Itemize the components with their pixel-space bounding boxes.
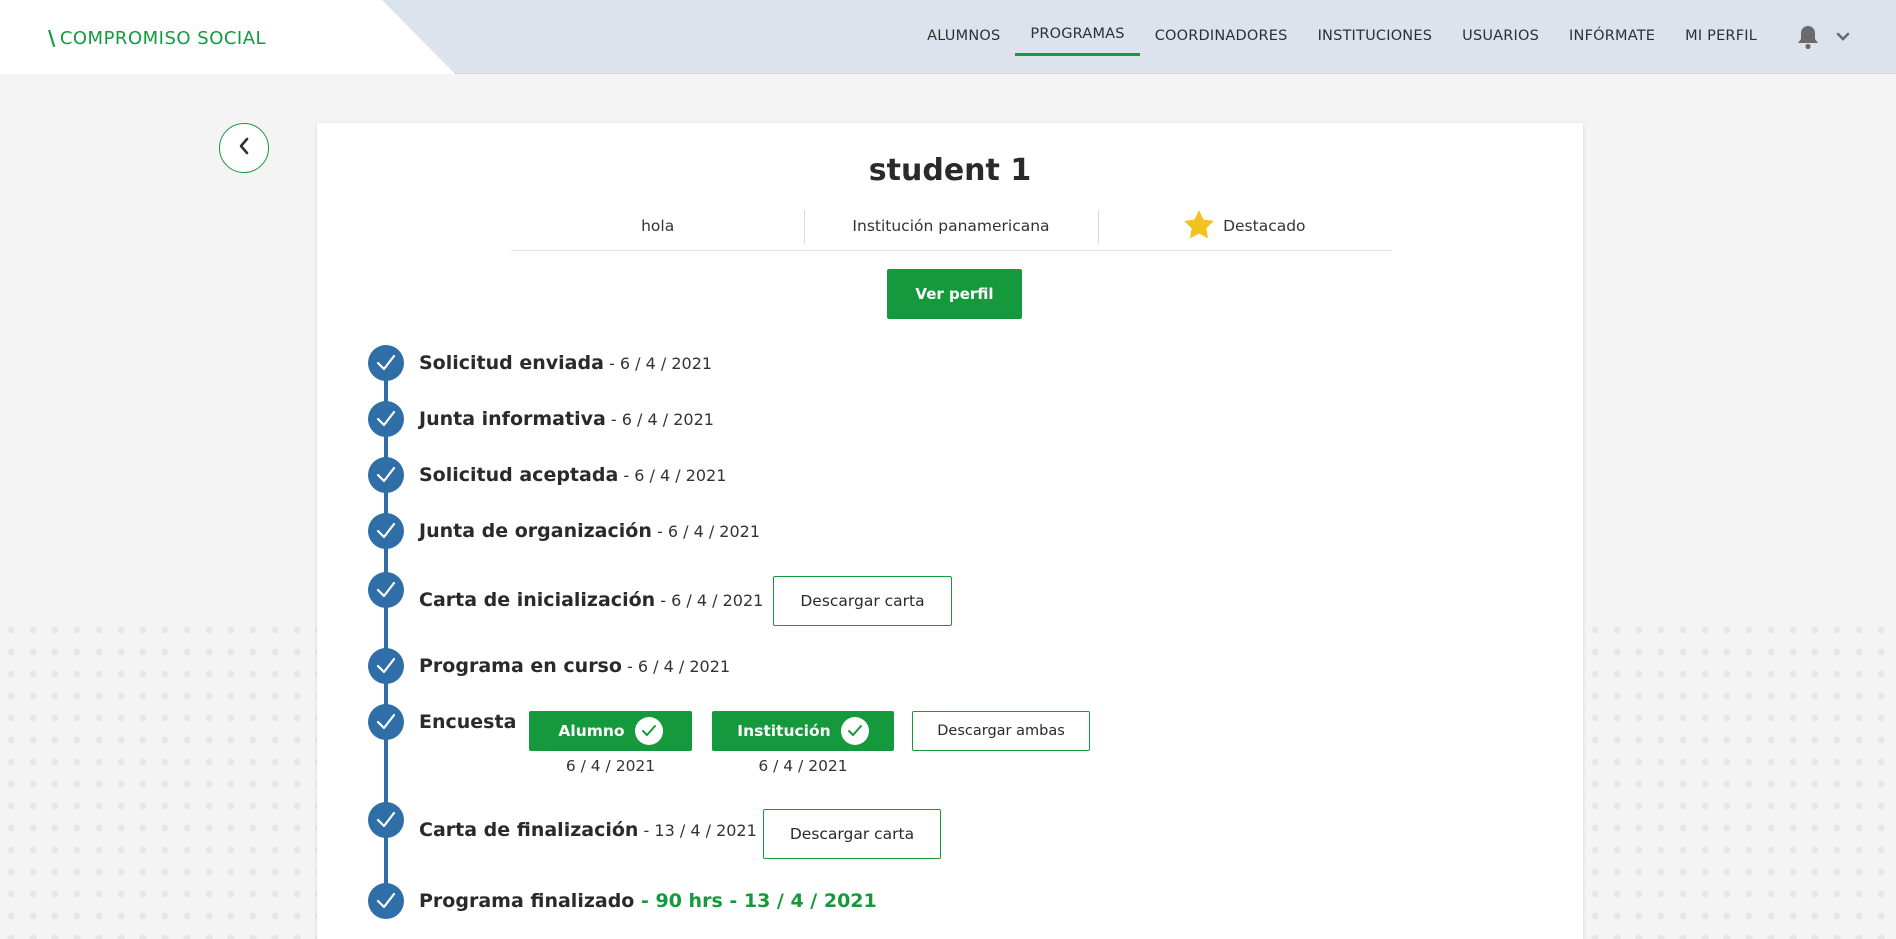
step-date: - 6 / 4 / 2021	[621, 657, 731, 676]
main-nav: ALUMNOS PROGRAMAS COORDINADORES INSTITUC…	[912, 0, 1896, 74]
star-icon	[1183, 209, 1215, 244]
step-label: Carta de finalización - 13 / 4 / 2021	[419, 819, 757, 841]
student-name: student 1	[868, 153, 1032, 188]
check-circle-icon	[368, 513, 404, 549]
nav-item-usuarios[interactable]: USUARIOS	[1447, 0, 1554, 74]
nav-item-mi-perfil[interactable]: MI PERFIL	[1670, 0, 1772, 74]
step-title: Programa en curso	[419, 655, 622, 677]
step-label: Junta de organización - 6 / 4 / 2021	[419, 520, 760, 542]
info-major: hola	[511, 208, 804, 250]
info-featured-text: Destacado	[1223, 217, 1306, 235]
timeline-step-programa-finalizado: Programa finalizado - 90 hrs - 13 / 4 / …	[368, 883, 877, 919]
timeline-step-carta-inicializacion: Carta de inicialización - 6 / 4 / 2021	[368, 569, 763, 611]
survey-institucion-button[interactable]: Institución	[712, 711, 894, 751]
step-title: Carta de inicialización	[419, 589, 656, 611]
survey-alumno-date: 6 / 4 / 2021	[565, 757, 656, 775]
survey-institucion-date: 6 / 4 / 2021	[758, 757, 848, 775]
survey-institucion-label: Institución	[737, 722, 831, 740]
timeline-step-solicitud-aceptada: Solicitud aceptada - 6 / 4 / 2021	[368, 457, 726, 493]
download-both-surveys-button[interactable]: Descargar ambas	[912, 711, 1090, 751]
nav-item-programas[interactable]: PROGRAMAS	[1015, 0, 1141, 74]
info-featured: Destacado	[1097, 208, 1391, 250]
step-title: Programa finalizado	[419, 890, 635, 912]
check-circle-icon	[368, 704, 404, 740]
check-circle-icon	[368, 457, 404, 493]
step-title: Carta de finalización	[419, 819, 639, 841]
step-label: Carta de inicialización - 6 / 4 / 2021	[419, 589, 763, 611]
check-circle-icon	[368, 802, 404, 838]
nav-item-coordinadores[interactable]: COORDINADORES	[1140, 0, 1303, 74]
student-info-row: hola Institución panamericana Destacado	[511, 208, 1391, 251]
step-date: - 6 / 4 / 2021	[655, 591, 764, 610]
timeline-step-carta-finalizacion: Carta de finalización - 13 / 4 / 2021	[368, 799, 757, 841]
check-circle-icon	[368, 401, 404, 437]
step-title: Solicitud aceptada	[419, 464, 619, 486]
step-title: Junta de organización	[419, 520, 652, 542]
step-date: - 13 / 4 / 2021	[638, 821, 757, 840]
info-institution-text: Institución panamericana	[852, 217, 1050, 235]
step-label: Solicitud enviada - 6 / 4 / 2021	[419, 352, 712, 374]
check-circle-icon	[368, 648, 404, 684]
step-label: Solicitud aceptada - 6 / 4 / 2021	[419, 464, 726, 486]
step-label: Junta informativa - 6 / 4 / 2021	[419, 408, 714, 430]
bell-icon[interactable]	[1794, 24, 1822, 50]
chevron-left-icon	[237, 136, 251, 161]
check-circle-icon	[368, 345, 404, 381]
logo-mark: \	[48, 26, 56, 50]
top-header: \ COMPROMISO SOCIAL ALUMNOS PROGRAMAS CO…	[0, 0, 1896, 74]
step-label: Programa finalizado - 90 hrs - 13 / 4 / …	[419, 890, 877, 912]
download-end-letter-button[interactable]: Descargar carta	[763, 809, 941, 859]
step-date: - 6 / 4 / 2021	[605, 410, 714, 429]
survey-alumno-label: Alumno	[558, 722, 625, 740]
info-institution: Institución panamericana	[804, 208, 1097, 250]
chevron-down-icon[interactable]	[1834, 32, 1852, 42]
step-date: - 6 / 4 / 2021	[603, 354, 713, 373]
info-major-text: hola	[641, 217, 675, 235]
logo[interactable]: \ COMPROMISO SOCIAL	[48, 26, 266, 50]
step-label: Programa en curso - 6 / 4 / 2021	[419, 655, 730, 677]
check-icon	[840, 717, 869, 745]
step-date: - 6 / 4 / 2021	[651, 522, 761, 541]
timeline-step-solicitud-enviada: Solicitud enviada - 6 / 4 / 2021	[368, 345, 712, 381]
step-date-hours: - 90 hrs - 13 / 4 / 2021	[634, 890, 877, 912]
timeline-step-encuesta: Encuesta	[368, 704, 516, 740]
step-title: Solicitud enviada	[419, 352, 604, 374]
step-title: Junta informativa	[419, 408, 606, 430]
nav-item-alumnos[interactable]: ALUMNOS	[912, 0, 1015, 74]
step-label: Encuesta	[419, 711, 516, 733]
timeline-step-junta-organizacion: Junta de organización - 6 / 4 / 2021	[368, 513, 760, 549]
step-title: Encuesta	[419, 711, 517, 733]
check-icon	[634, 717, 663, 745]
check-circle-icon	[368, 572, 404, 608]
check-circle-icon	[368, 883, 404, 919]
nav-item-instituciones[interactable]: INSTITUCIONES	[1303, 0, 1448, 74]
program-detail-card: student 1 hola Institución panamericana …	[317, 123, 1583, 939]
timeline-step-programa-en-curso: Programa en curso - 6 / 4 / 2021	[368, 648, 730, 684]
back-button[interactable]	[219, 123, 269, 173]
survey-alumno-button[interactable]: Alumno	[529, 711, 692, 751]
timeline-step-junta-informativa: Junta informativa - 6 / 4 / 2021	[368, 401, 714, 437]
view-profile-button[interactable]: Ver perfil	[887, 269, 1022, 319]
nav-item-informate[interactable]: INFÓRMATE	[1554, 0, 1670, 74]
step-date: - 6 / 4 / 2021	[618, 466, 727, 485]
logo-text: COMPROMISO SOCIAL	[59, 27, 267, 49]
download-start-letter-button[interactable]: Descargar carta	[773, 576, 952, 626]
